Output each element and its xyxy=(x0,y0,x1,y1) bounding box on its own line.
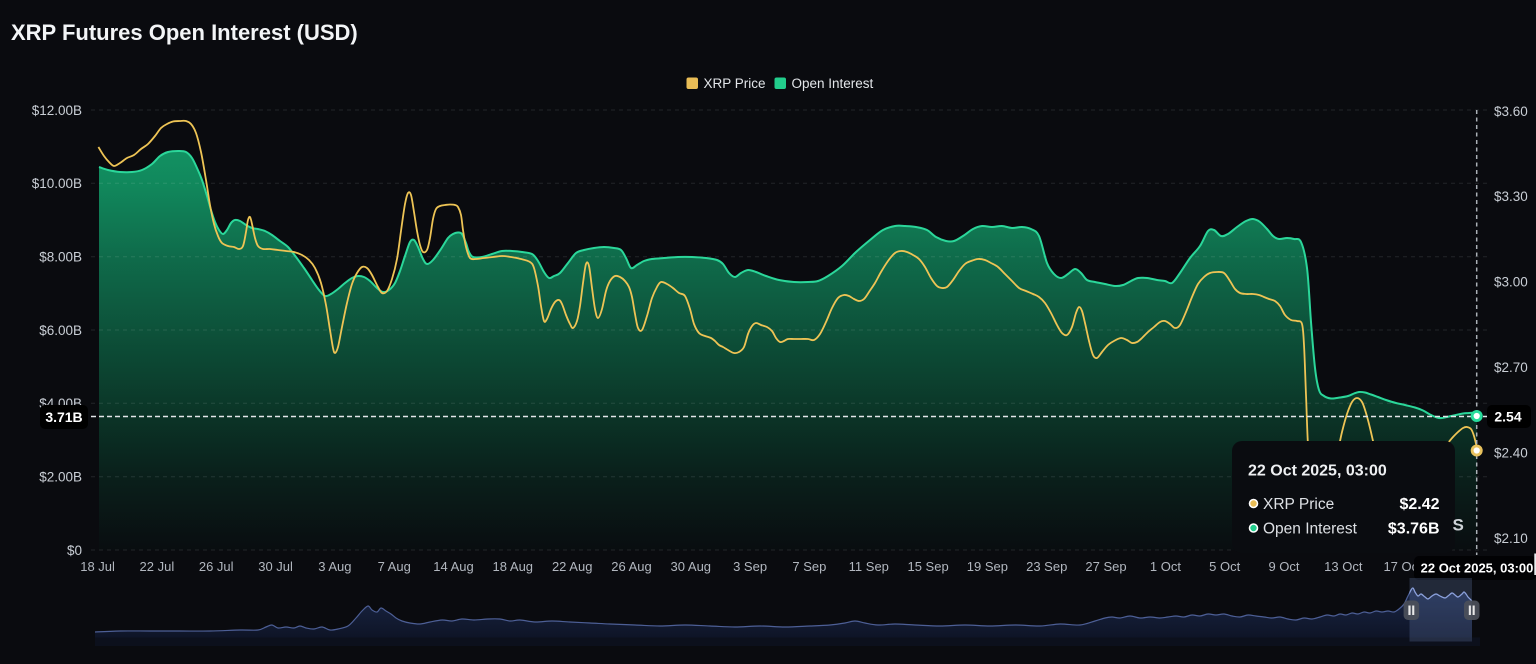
svg-text:$2.70: $2.70 xyxy=(1494,360,1528,375)
svg-text:22 Oct 2025, 03:00: 22 Oct 2025, 03:00 xyxy=(1421,560,1534,575)
svg-text:XRP Futures Open Interest (USD: XRP Futures Open Interest (USD) xyxy=(11,20,358,45)
svg-text:S: S xyxy=(1453,516,1464,535)
svg-text:3 Sep: 3 Sep xyxy=(733,559,767,574)
svg-text:9 Oct: 9 Oct xyxy=(1268,559,1299,574)
svg-text:Open Interest: Open Interest xyxy=(792,76,874,91)
svg-text:1 Oct: 1 Oct xyxy=(1150,559,1181,574)
svg-text:$3.60: $3.60 xyxy=(1494,104,1528,119)
svg-text:5 Oct: 5 Oct xyxy=(1209,559,1240,574)
svg-text:$6.00B: $6.00B xyxy=(39,323,82,338)
svg-text:13 Oct: 13 Oct xyxy=(1324,559,1363,574)
svg-text:$3.30: $3.30 xyxy=(1494,189,1528,204)
svg-text:14 Aug: 14 Aug xyxy=(433,559,474,574)
svg-text:3 Aug: 3 Aug xyxy=(318,559,351,574)
svg-text:30 Jul: 30 Jul xyxy=(258,559,293,574)
svg-text:$3.76B: $3.76B xyxy=(1388,521,1440,538)
svg-text:19 Sep: 19 Sep xyxy=(967,559,1008,574)
svg-text:22 Jul: 22 Jul xyxy=(140,559,175,574)
svg-text:26 Jul: 26 Jul xyxy=(199,559,234,574)
svg-text:$0: $0 xyxy=(67,543,82,558)
svg-text:7 Sep: 7 Sep xyxy=(792,559,826,574)
svg-text:11 Sep: 11 Sep xyxy=(849,559,889,574)
svg-text:XRP Price: XRP Price xyxy=(704,76,766,91)
svg-text:$2.10: $2.10 xyxy=(1494,531,1528,546)
svg-text:22 Oct 2025, 03:00: 22 Oct 2025, 03:00 xyxy=(1248,463,1387,480)
svg-text:$2.40: $2.40 xyxy=(1494,445,1528,460)
svg-text:2.54: 2.54 xyxy=(1494,408,1521,424)
svg-text:15 Sep: 15 Sep xyxy=(907,559,948,574)
svg-text:Open Interest: Open Interest xyxy=(1263,521,1358,538)
svg-text:23 Sep: 23 Sep xyxy=(1026,559,1067,574)
svg-text:$3.00: $3.00 xyxy=(1494,275,1528,290)
svg-text:XRP Price: XRP Price xyxy=(1263,496,1334,513)
svg-text:30 Aug: 30 Aug xyxy=(671,559,712,574)
svg-text:$2.00B: $2.00B xyxy=(39,470,82,485)
svg-text:$12.00B: $12.00B xyxy=(32,103,82,118)
svg-text:18 Jul: 18 Jul xyxy=(80,559,115,574)
svg-text:$10.00B: $10.00B xyxy=(32,176,82,191)
svg-text:26 Aug: 26 Aug xyxy=(611,559,652,574)
svg-text:22 Aug: 22 Aug xyxy=(552,559,593,574)
svg-text:3.71B: 3.71B xyxy=(45,409,82,425)
svg-text:$2.42: $2.42 xyxy=(1399,496,1439,513)
svg-text:7 Aug: 7 Aug xyxy=(378,559,411,574)
svg-text:$8.00B: $8.00B xyxy=(39,250,82,265)
svg-text:27 Sep: 27 Sep xyxy=(1085,559,1126,574)
svg-text:18 Aug: 18 Aug xyxy=(493,559,534,574)
